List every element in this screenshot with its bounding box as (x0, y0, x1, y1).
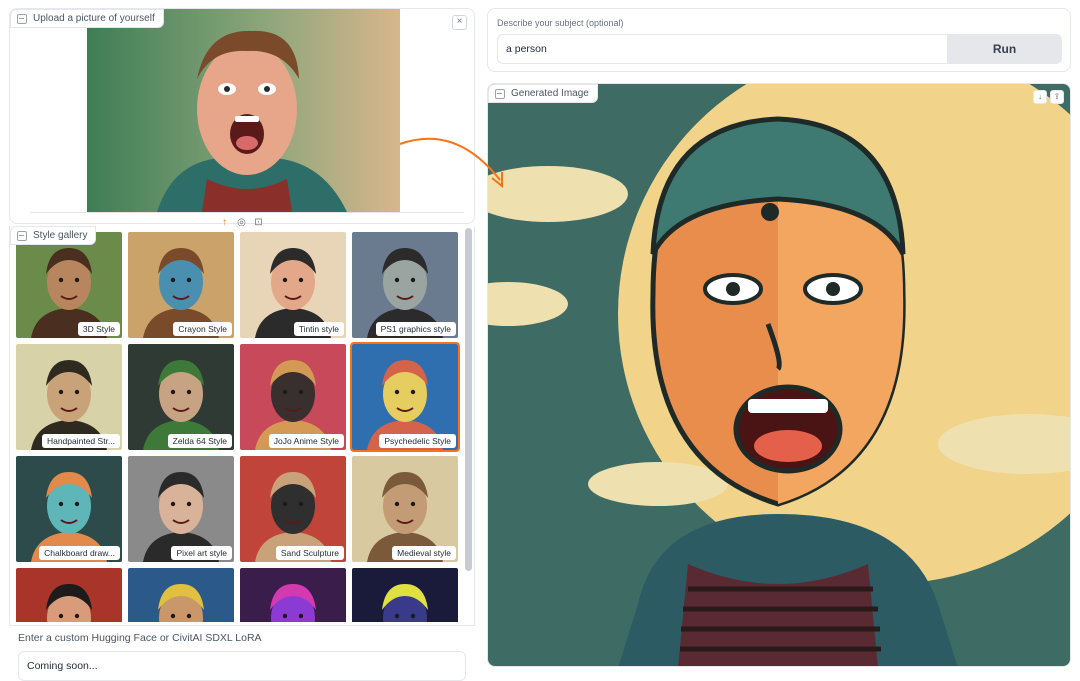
upload-divider (30, 212, 464, 213)
gallery-item[interactable]: Sand Sculpture (240, 456, 346, 562)
gallery-item[interactable]: JoJo Anime Style (240, 344, 346, 450)
gallery-icon (17, 230, 27, 241)
gallery-item-caption: 3D Style (77, 322, 120, 336)
output-label-text: Generated Image (511, 88, 589, 99)
gallery-item[interactable] (16, 568, 122, 622)
gallery-scrollbar[interactable] (465, 228, 472, 571)
gallery-label: Style gallery (10, 226, 97, 245)
gallery-item[interactable] (352, 568, 458, 622)
gallery-item[interactable]: Crayon Style (128, 232, 234, 338)
close-icon[interactable]: × (452, 15, 467, 30)
gallery-item-caption: Psychedelic Style (379, 434, 456, 448)
generated-image-panel: Generated Image ↓ ⇪ (487, 83, 1071, 667)
gallery-item-caption: Medieval style (392, 546, 456, 560)
gallery-item[interactable]: Psychedelic Style (350, 342, 460, 452)
gallery-item[interactable] (128, 568, 234, 622)
gallery-item[interactable]: Pixel art style (128, 456, 234, 562)
upload-label: Upload a picture of yourself (10, 9, 164, 28)
gallery-item-caption: JoJo Anime Style (268, 434, 344, 448)
gallery-item[interactable]: Zelda 64 Style (128, 344, 234, 450)
prompt-input[interactable]: a person (497, 34, 947, 64)
gallery-item-caption: PS1 graphics style (375, 322, 456, 336)
gallery-item[interactable]: Tintin style (240, 232, 346, 338)
download-icon[interactable]: ↓ (1033, 90, 1047, 104)
gallery-item-caption: Sand Sculpture (275, 546, 344, 560)
upload-label-text: Upload a picture of yourself (33, 13, 155, 24)
gallery-item[interactable]: PS1 graphics style (352, 232, 458, 338)
gallery-item-caption: Chalkboard draw... (39, 546, 120, 560)
share-icon[interactable]: ⇪ (1050, 90, 1064, 104)
gallery-thumbnail (240, 568, 346, 622)
gallery-thumbnail (16, 568, 122, 622)
uploaded-photo (87, 9, 400, 212)
output-label: Generated Image (488, 84, 598, 103)
arrow-icon (399, 137, 503, 189)
gallery-thumbnail (128, 568, 234, 622)
gallery-thumbnail (352, 568, 458, 622)
lora-input[interactable]: Coming soon... (18, 651, 466, 681)
prompt-panel: Describe your subject (optional) a perso… (487, 8, 1071, 72)
gallery-item-caption: Tintin style (293, 322, 344, 336)
gallery-item-caption: Zelda 64 Style (167, 434, 232, 448)
run-button[interactable]: Run (947, 34, 1062, 64)
gallery-item[interactable]: Medieval style (352, 456, 458, 562)
generated-image (488, 84, 1070, 666)
lora-label: Enter a custom Hugging Face or CivitAI S… (18, 632, 262, 644)
style-gallery: Style gallery 3D Style Crayon Style Tintin… (9, 226, 475, 626)
gallery-item[interactable] (240, 568, 346, 622)
gallery-item[interactable]: Handpainted Str... (16, 344, 122, 450)
gallery-label-text: Style gallery (33, 230, 88, 241)
gallery-grid: 3D Style Crayon Style Tintin style PS1 grap… (16, 232, 464, 622)
gallery-item[interactable]: 3D Style (16, 232, 122, 338)
prompt-label: Describe your subject (optional) (497, 18, 624, 28)
gallery-item-caption: Pixel art style (171, 546, 232, 560)
image-icon (17, 13, 27, 24)
gallery-item-caption: Crayon Style (173, 322, 232, 336)
scrollbar-thumb[interactable] (465, 228, 472, 571)
image-icon (495, 88, 505, 99)
gallery-item-caption: Handpainted Str... (41, 434, 120, 448)
gallery-item[interactable]: Chalkboard draw... (16, 456, 122, 562)
